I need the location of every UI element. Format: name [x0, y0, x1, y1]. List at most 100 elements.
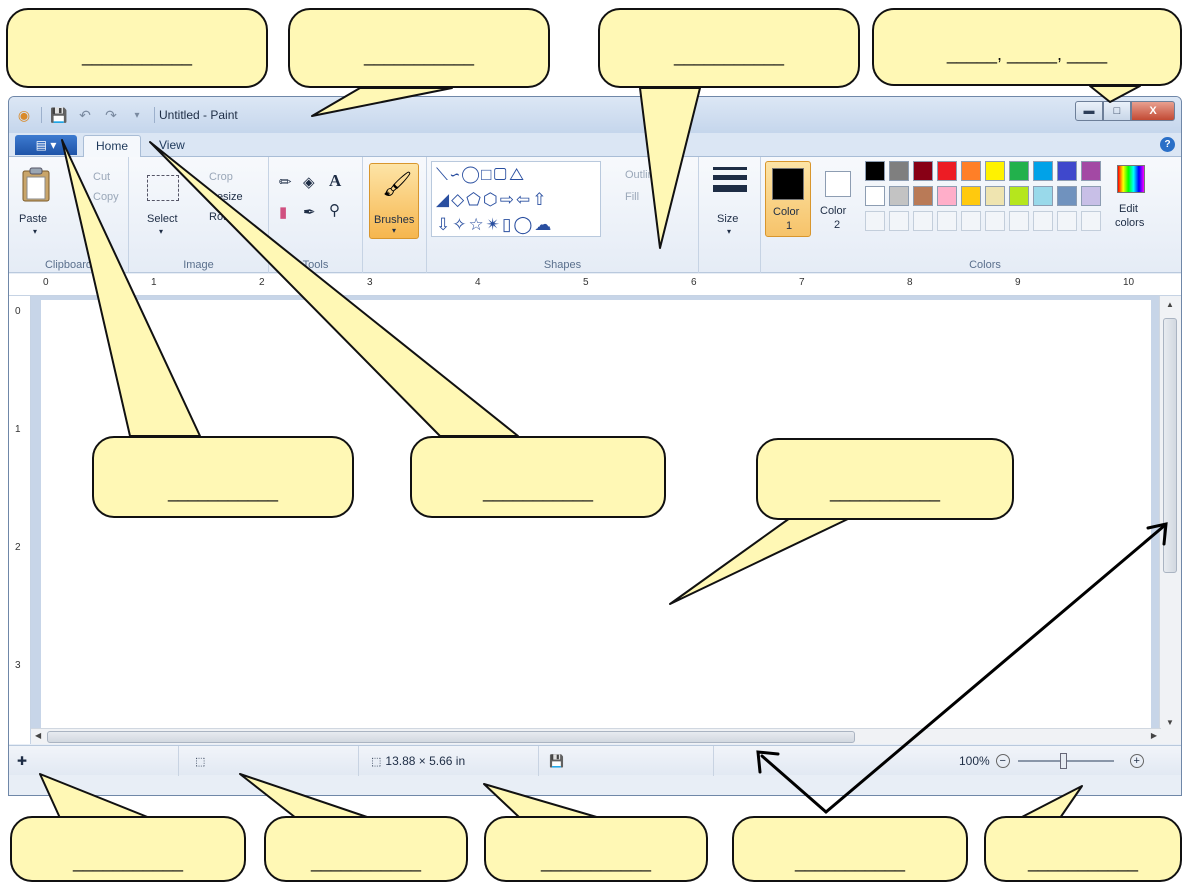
copy-button[interactable]: Copy	[93, 191, 119, 203]
color-swatch[interactable]	[889, 186, 909, 206]
custom-color-slot[interactable]	[1081, 211, 1101, 231]
select-button[interactable]: Select	[147, 213, 178, 225]
color-swatch[interactable]	[961, 186, 981, 206]
custom-color-slot[interactable]	[985, 211, 1005, 231]
group-tools: ✏ ◈ A ▮ ✒ ⚲ Tools	[269, 157, 363, 273]
color-swatch[interactable]	[889, 161, 909, 181]
colors-group-label: Colors	[969, 259, 1001, 271]
color-swatch[interactable]	[1009, 186, 1029, 206]
fill-icon[interactable]: ◈	[303, 173, 315, 191]
help-icon[interactable]: ?	[1160, 137, 1175, 152]
tab-view[interactable]: View	[147, 135, 197, 157]
redo-icon[interactable]: ↷	[102, 106, 120, 124]
ruler-tick-label: 7	[799, 277, 805, 288]
qat-separator	[154, 107, 155, 123]
color-swatch[interactable]	[1081, 161, 1101, 181]
custom-color-slot[interactable]	[1057, 211, 1077, 231]
paste-button[interactable]: Paste	[19, 213, 47, 225]
eraser-icon[interactable]: ▮	[279, 203, 287, 221]
select-icon[interactable]	[147, 175, 179, 201]
ruler-tick-label: 5	[583, 277, 589, 288]
maximize-button[interactable]: □	[1103, 101, 1131, 121]
zoom-slider[interactable]	[1017, 753, 1114, 769]
color2-button[interactable]: Color 2	[815, 161, 861, 237]
custom-color-slot[interactable]	[937, 211, 957, 231]
custom-color-slot[interactable]	[913, 211, 933, 231]
paste-dropdown-icon[interactable]: ▾	[33, 227, 37, 236]
brushes-button[interactable]: 🖌 Brushes ▾	[369, 163, 419, 239]
scroll-up-icon[interactable]: ▲	[1166, 300, 1174, 309]
ruler-tick-label: 3	[367, 277, 373, 288]
size-dropdown-icon[interactable]: ▾	[727, 227, 731, 236]
color-picker-icon[interactable]: ✒	[303, 203, 316, 221]
resize-button[interactable]: Resize	[209, 191, 243, 203]
custom-color-slot[interactable]	[1009, 211, 1029, 231]
crop-button[interactable]: Crop	[209, 171, 233, 183]
color-swatch[interactable]	[1009, 161, 1029, 181]
scroll-down-icon[interactable]: ▼	[1166, 718, 1174, 727]
select-dropdown-icon[interactable]: ▾	[159, 227, 163, 236]
shapes-gallery[interactable]: ⟍∽◯□▢△ ◢◇⬠⬡⇨⇦⇧ ⇩✧☆✴▯◯☁	[431, 161, 601, 237]
color-swatch[interactable]	[1033, 186, 1053, 206]
callout-mid-3: ___________	[756, 438, 1014, 520]
vertical-scrollbar[interactable]: ▲ ▼	[1159, 296, 1181, 744]
horizontal-scrollbar[interactable]: ◀ ▶	[31, 728, 1161, 744]
color-swatch[interactable]	[937, 161, 957, 181]
size-lines-icon[interactable]	[713, 167, 747, 192]
text-icon[interactable]: A	[329, 171, 341, 191]
magnifier-icon[interactable]: ⚲	[329, 201, 340, 219]
custom-color-slot[interactable]	[889, 211, 909, 231]
pencil-icon[interactable]: ✏	[279, 173, 292, 191]
scroll-left-icon[interactable]: ◀	[35, 731, 41, 740]
custom-color-slot[interactable]	[865, 211, 885, 231]
minimize-button[interactable]: ▬	[1075, 101, 1103, 121]
color-swatch[interactable]	[961, 161, 981, 181]
scroll-right-icon[interactable]: ▶	[1151, 731, 1157, 740]
paste-icon[interactable]	[21, 167, 51, 203]
horizontal-scroll-thumb[interactable]	[47, 731, 855, 743]
custom-color-slot[interactable]	[961, 211, 981, 231]
qat-separator	[41, 107, 42, 123]
zoom-in-button[interactable]: +	[1129, 754, 1144, 768]
cursor-position-icon: ✚	[17, 754, 28, 768]
color-swatch[interactable]	[865, 161, 885, 181]
undo-icon[interactable]: ↶	[76, 106, 94, 124]
edit-colors-button[interactable]: Edit colors	[1111, 163, 1151, 239]
color-swatch[interactable]	[865, 186, 885, 206]
ruler-tick-label: 9	[1015, 277, 1021, 288]
color-swatch[interactable]	[1033, 161, 1053, 181]
color-swatch[interactable]	[985, 186, 1005, 206]
custom-color-slot[interactable]	[1033, 211, 1053, 231]
customize-icon[interactable]: ▾	[128, 106, 146, 124]
zoom-slider-thumb[interactable]	[1059, 753, 1067, 769]
color2-label: Color	[820, 205, 847, 217]
fill-button[interactable]: Fill	[625, 191, 639, 203]
callout-mid-3-blank: ___________	[829, 482, 941, 502]
paint-menu-button[interactable]: ▤ ▾	[15, 135, 77, 155]
paint-icon[interactable]: ◉	[15, 106, 33, 124]
group-size: Size ▾	[699, 157, 761, 273]
ruler-tick-label: 6	[691, 277, 697, 288]
cut-button[interactable]: Cut	[93, 171, 110, 183]
color2-number: 2	[834, 219, 841, 231]
vertical-scroll-thumb[interactable]	[1163, 318, 1177, 573]
callout-mid-2-blank: ___________	[482, 482, 594, 502]
color-swatch[interactable]	[1057, 161, 1077, 181]
close-button[interactable]: X	[1131, 101, 1175, 121]
color-swatch[interactable]	[985, 161, 1005, 181]
group-shapes: ⟍∽◯□▢△ ◢◇⬠⬡⇨⇦⇧ ⇩✧☆✴▯◯☁ Outline Fill Shap…	[427, 157, 699, 273]
color-swatch[interactable]	[913, 161, 933, 181]
rotate-button[interactable]: Rotate	[209, 211, 241, 223]
color-swatch[interactable]	[913, 186, 933, 206]
save-icon[interactable]: 💾	[50, 106, 68, 124]
callout-bot-5-blank: ___________	[1027, 852, 1139, 872]
color1-button[interactable]: Color 1	[765, 161, 811, 237]
color-swatch[interactable]	[1057, 186, 1077, 206]
color-swatch[interactable]	[937, 186, 957, 206]
image-group-label: Image	[183, 259, 214, 271]
zoom-out-button[interactable]: −	[995, 754, 1010, 768]
color-swatch[interactable]	[1081, 186, 1101, 206]
size-button[interactable]: Size	[717, 213, 738, 225]
tab-home[interactable]: Home	[83, 135, 142, 157]
outline-button[interactable]: Outline	[625, 169, 660, 181]
